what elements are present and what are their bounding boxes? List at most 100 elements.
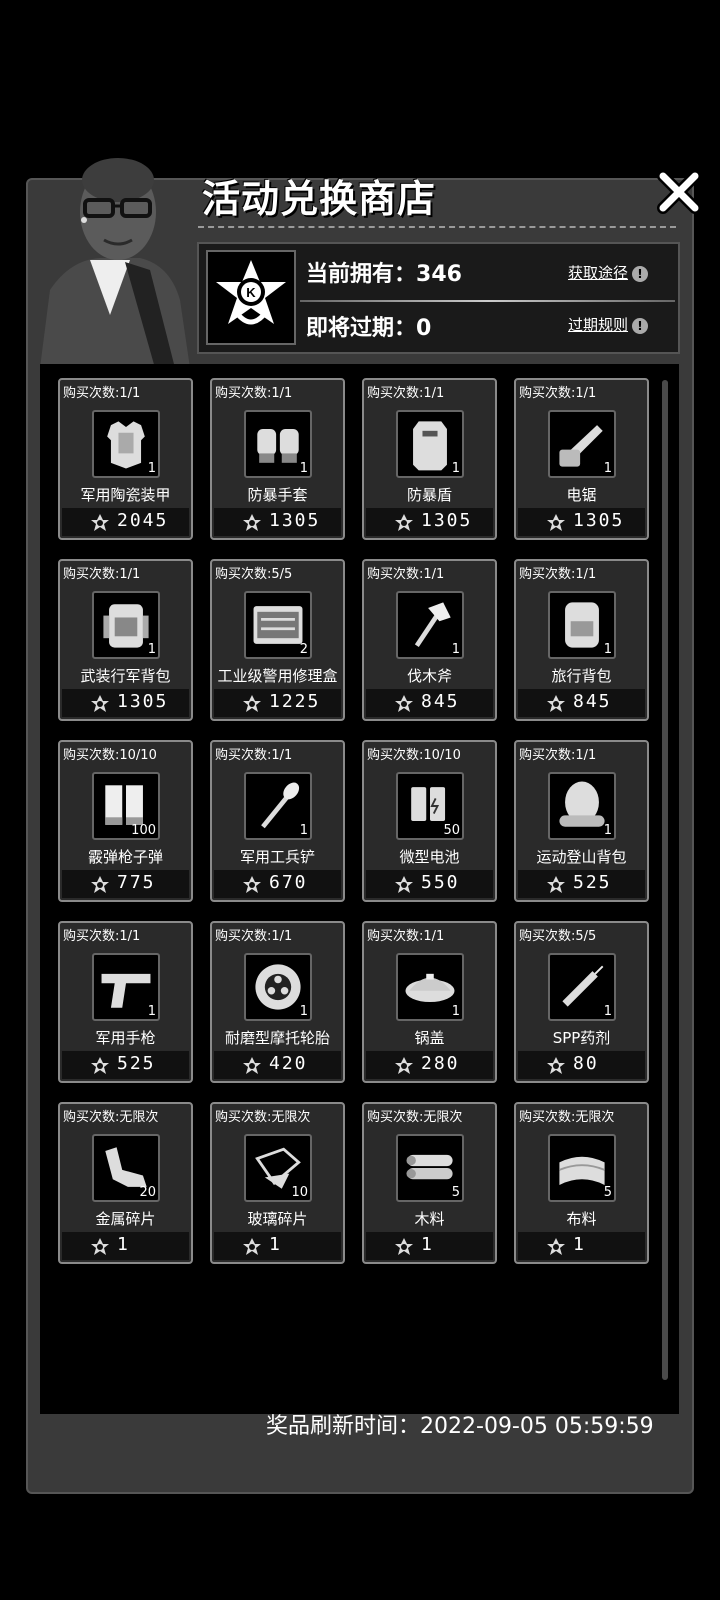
info-icon: ! — [632, 265, 649, 282]
shop-item-card[interactable]: 购买次数:1/1 1 防暴盾 1305 — [362, 378, 497, 540]
item-name: 电锯 — [566, 486, 597, 504]
shop-item-card[interactable]: 购买次数:无限次 5 木料 1 — [362, 1102, 497, 1264]
item-icon-box: 1 — [548, 772, 616, 840]
close-icon[interactable] — [655, 168, 703, 216]
shop-item-card[interactable]: 购买次数:1/1 1 武装行军背包 1305 — [58, 559, 193, 721]
purchase-limit: 购买次数:1/1 — [63, 386, 141, 401]
currency-token-icon: K — [216, 260, 286, 325]
item-name: 运动登山背包 — [536, 848, 627, 866]
item-quantity: 5 — [451, 1185, 460, 1200]
item-name: 木料 — [414, 1210, 445, 1228]
shop-item-card[interactable]: 购买次数:无限次 10 玻璃碎片 1 — [210, 1102, 345, 1264]
price-bar: 550 — [366, 870, 493, 898]
shop-item-card[interactable]: 购买次数:5/5 2 工业级警用修理盒 1225 — [210, 559, 345, 721]
currency-token-icon — [241, 512, 263, 534]
item-name: 布料 — [566, 1210, 597, 1228]
shop-item-card[interactable]: 购买次数:无限次 20 金属碎片 1 — [58, 1102, 193, 1264]
shop-item-card[interactable]: 购买次数:1/1 1 旅行背包 845 — [514, 559, 649, 721]
scrollbar-thumb[interactable] — [662, 380, 668, 1380]
price-bar: 1305 — [62, 689, 189, 717]
item-icon-box: 1 — [396, 953, 464, 1021]
item-name: 霰弹枪子弹 — [87, 848, 163, 866]
purchase-limit: 购买次数:1/1 — [519, 748, 597, 763]
currency-token-icon — [545, 512, 567, 534]
item-name: 军用工兵铲 — [239, 848, 315, 866]
shop-item-card[interactable]: 购买次数:1/1 1 电锯 1305 — [514, 378, 649, 540]
currency-token-icon — [89, 1236, 111, 1258]
purchase-limit: 购买次数:1/1 — [367, 567, 445, 582]
expiring-row: 即将过期：0 — [306, 310, 431, 342]
currency-token-icon — [393, 874, 415, 896]
item-quantity: 10 — [291, 1185, 308, 1200]
currency-token-icon — [89, 693, 111, 715]
item-icon-box: 1 — [548, 591, 616, 659]
purchase-limit: 购买次数:无限次 — [367, 1110, 463, 1125]
item-quantity: 1 — [451, 1004, 460, 1019]
item-price: 1305 — [269, 510, 321, 531]
shop-item-card[interactable]: 购买次数:1/1 1 耐磨型摩托轮胎 420 — [210, 921, 345, 1083]
shop-item-card[interactable]: 购买次数:1/1 1 军用工兵铲 670 — [210, 740, 345, 902]
owned-value: 346 — [416, 262, 462, 287]
price-bar: 845 — [518, 689, 645, 717]
item-icon-box: 1 — [92, 591, 160, 659]
item-quantity: 1 — [147, 461, 156, 476]
expire-rule-link-label: 过期规则 — [568, 316, 629, 334]
shop-item-card[interactable]: 购买次数:1/1 1 锅盖 280 — [362, 921, 497, 1083]
price-bar: 845 — [366, 689, 493, 717]
purchase-limit: 购买次数:10/10 — [367, 748, 461, 763]
item-icon-box: 5 — [548, 1134, 616, 1202]
purchase-limit: 购买次数:1/1 — [519, 386, 597, 401]
purchase-limit: 购买次数:1/1 — [215, 748, 293, 763]
item-name: 防暴手套 — [247, 486, 308, 504]
shop-item-card[interactable]: 购买次数:1/1 1 军用手枪 525 — [58, 921, 193, 1083]
item-price: 550 — [421, 872, 460, 893]
shop-item-card[interactable]: 购买次数:1/1 1 防暴手套 1305 — [210, 378, 345, 540]
currency-token-icon — [241, 693, 263, 715]
expiring-value: 0 — [416, 316, 432, 341]
item-name: 旅行背包 — [551, 667, 612, 685]
currency-token-icon — [393, 1236, 415, 1258]
shop-item-card[interactable]: 购买次数:无限次 5 布料 1 — [514, 1102, 649, 1264]
item-icon-box: 1 — [244, 410, 312, 478]
currency-token-icon — [393, 693, 415, 715]
item-price: 2045 — [117, 510, 169, 531]
price-bar: 775 — [62, 870, 189, 898]
item-icon-box: 10 — [244, 1134, 312, 1202]
price-bar: 525 — [518, 870, 645, 898]
price-bar: 1305 — [366, 508, 493, 536]
shop-item-card[interactable]: 购买次数:1/1 1 运动登山背包 525 — [514, 740, 649, 902]
item-icon-box: 100 — [92, 772, 160, 840]
item-icon-box: 50 — [396, 772, 464, 840]
price-bar: 1305 — [214, 508, 341, 536]
item-price: 280 — [421, 1053, 460, 1074]
item-price: 1225 — [269, 691, 321, 712]
item-quantity: 20 — [139, 1185, 156, 1200]
purchase-limit: 购买次数:5/5 — [519, 929, 597, 944]
price-bar: 525 — [62, 1051, 189, 1079]
currency-token-icon — [393, 1055, 415, 1077]
item-name: SPP药剂 — [552, 1029, 611, 1047]
item-quantity: 1 — [147, 642, 156, 657]
item-icon-box: 1 — [92, 410, 160, 478]
item-name: 伐木斧 — [406, 667, 452, 685]
currency-token-icon — [241, 874, 263, 896]
refresh-label: 奖品刷新时间： — [266, 1414, 421, 1439]
currency-token-icon — [545, 1236, 567, 1258]
shop-item-card[interactable]: 购买次数:10/10 50 微型电池 550 — [362, 740, 497, 902]
shop-item-card[interactable]: 购买次数:1/1 1 军用陶瓷装甲 2045 — [58, 378, 193, 540]
shop-item-card[interactable]: 购买次数:1/1 1 伐木斧 845 — [362, 559, 497, 721]
price-bar: 1 — [518, 1232, 645, 1260]
purchase-limit: 购买次数:1/1 — [367, 386, 445, 401]
shop-item-card[interactable]: 购买次数:5/5 1 SPP药剂 80 — [514, 921, 649, 1083]
item-price: 1 — [421, 1234, 434, 1255]
expire-rule-link[interactable]: 过期规则! — [568, 314, 649, 335]
item-price: 1 — [573, 1234, 586, 1255]
item-icon-box: 1 — [548, 410, 616, 478]
obtain-link[interactable]: 获取途径! — [568, 262, 649, 283]
price-bar: 670 — [214, 870, 341, 898]
currency-token-icon — [545, 1055, 567, 1077]
item-quantity: 1 — [603, 823, 612, 838]
currency-token-icon — [89, 512, 111, 534]
purchase-limit: 购买次数:无限次 — [215, 1110, 311, 1125]
shop-item-card[interactable]: 购买次数:10/10 100 霰弹枪子弹 775 — [58, 740, 193, 902]
